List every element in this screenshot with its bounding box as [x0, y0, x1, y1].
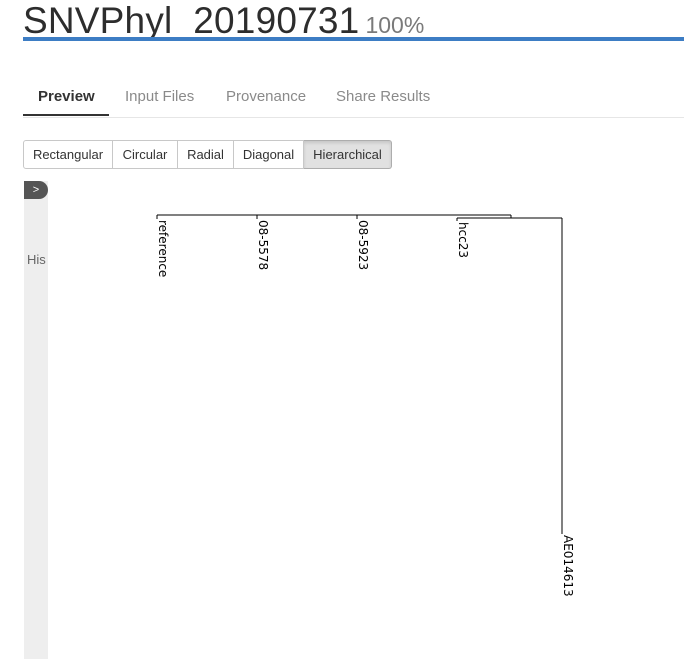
- tree-leaf-label: reference: [156, 220, 170, 277]
- tree-leaf-label: AE014613: [561, 535, 575, 597]
- tree-leaf-label: 08-5923: [356, 220, 370, 270]
- tree-leaf-label: hcc23: [456, 222, 470, 258]
- phylogenetic-tree: reference 08-5578 08-5923 hcc23 AE014613: [156, 214, 575, 597]
- tree-leaf-label: 08-5578: [256, 220, 270, 270]
